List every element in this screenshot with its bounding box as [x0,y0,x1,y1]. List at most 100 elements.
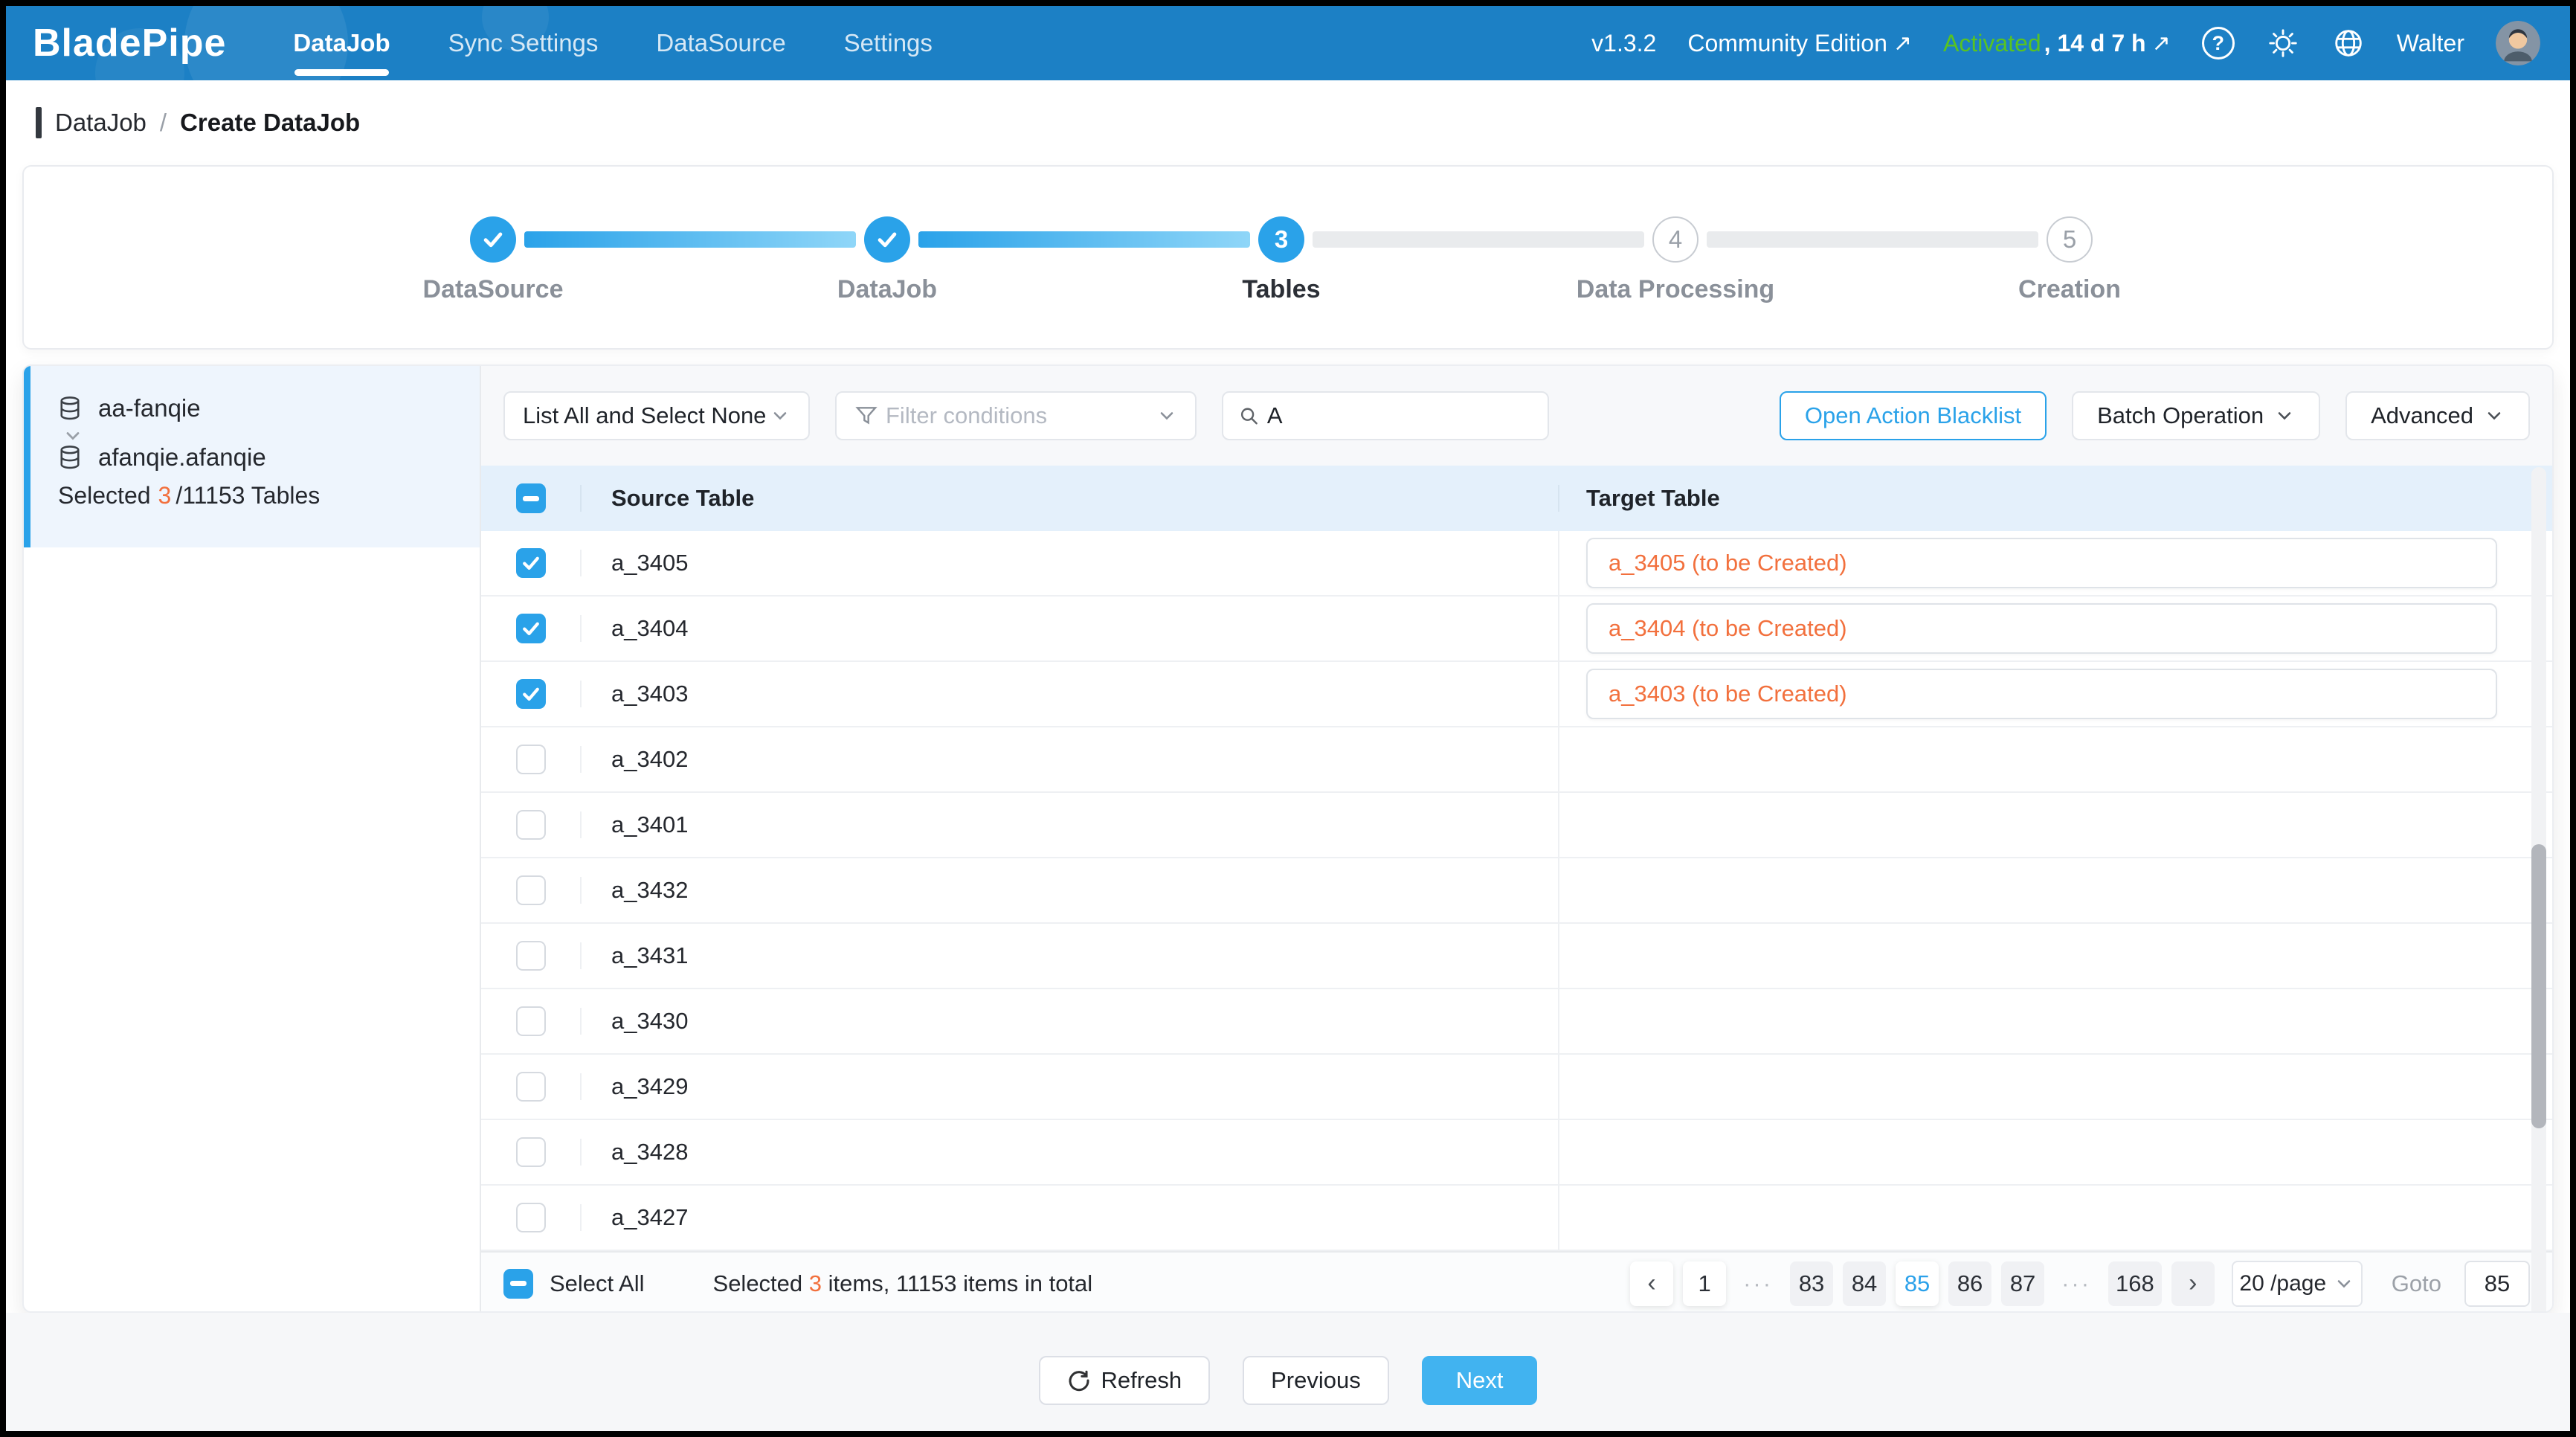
step-connector [524,231,856,248]
source-table-name: a_3403 [580,681,1558,707]
target-table-input[interactable]: a_3404 (to be Created) [1586,603,2497,654]
theme-icon[interactable] [2266,26,2300,60]
filter-placeholder: Filter conditions [886,402,1047,429]
selected-count: 3 [158,482,172,509]
batch-operation-label: Batch Operation [2097,402,2264,429]
list-mode-select[interactable]: List All and Select None [503,391,810,440]
table-row: a_3401 [481,793,2552,858]
target-table-input[interactable]: a_3405 (to be Created) [1586,538,2497,588]
table-footer: Select All Selected 3 items, 11153 items… [481,1251,2552,1313]
pagination: ‹1···8384858687···168› 20 /page Goto [1630,1261,2530,1307]
table-row: a_3428 [481,1120,2552,1186]
step-label-datasource: DataSource [296,275,690,304]
advanced-label: Advanced [2371,402,2473,429]
schema-node[interactable]: afanqie.afanqie [57,443,266,472]
license-status[interactable]: Activated , 14 d 7 h ↗ [1943,30,2171,57]
table-row: a_3404 a_3404 (to be Created) [481,597,2552,662]
target-table-input[interactable]: a_3403 (to be Created) [1586,669,2497,719]
chevron-down-icon [2274,405,2295,426]
source-table-column-header: Source Table [580,485,1558,512]
table-row: a_3405a_3405 (to be Created) [481,531,2552,597]
nav-tab-settings[interactable]: Settings [844,6,933,80]
row-checkbox[interactable] [516,1203,546,1232]
row-checkbox[interactable] [516,1006,546,1036]
select-all-label[interactable]: Select All [550,1270,645,1297]
table-scrollbar-thumb[interactable] [2531,844,2546,1128]
page-size-select[interactable]: 20 /page [2232,1261,2363,1307]
help-icon[interactable]: ? [2202,27,2235,60]
user-avatar[interactable] [2496,21,2540,65]
step-label-datajob: DataJob [690,275,1084,304]
table-header: Source Table Target Table [481,466,2552,531]
chevron-down-icon [770,405,790,426]
search-input[interactable] [1267,402,1533,429]
selected-tables-summary: Selected3/11153 Tables [58,482,320,509]
row-checkbox[interactable] [516,679,546,709]
pagination-next-button[interactable]: › [2171,1261,2215,1306]
row-checkbox[interactable] [516,1137,546,1167]
edition-link[interactable]: Community Edition ↗ [1687,30,1912,57]
table-selection-card: aa-fanqie afanqie.afanqie Selected3/1115… [22,364,2554,1313]
app-logo: BladePipe [33,21,226,65]
datasource-panel: aa-fanqie afanqie.afanqie Selected3/1115… [24,366,480,547]
pagination-ellipsis: ··· [1736,1261,1780,1306]
pagination-page-87[interactable]: 87 [2001,1261,2044,1306]
language-globe-icon[interactable] [2331,26,2366,60]
chevron-down-icon [1156,405,1177,426]
schema-name: afanqie.afanqie [98,443,266,472]
step-label-data-processing: Data Processing [1478,275,1873,304]
pagination-prev-button[interactable]: ‹ [1630,1261,1673,1306]
source-table-name: a_3404 [580,615,1558,642]
row-checkbox[interactable] [516,875,546,905]
selection-summary: Selected 3 items, 11153 items in total [713,1270,1093,1297]
step-circle-datasource [470,216,516,263]
pagination-page-84[interactable]: 84 [1843,1261,1886,1306]
nav-tab-datasource[interactable]: DataSource [656,6,785,80]
database-icon [57,395,83,422]
row-checkbox[interactable] [516,941,546,971]
version-label: v1.3.2 [1591,30,1656,57]
goto-label: Goto [2392,1270,2441,1297]
breadcrumb-parent[interactable]: DataJob [55,109,146,137]
source-table-name: a_3430 [580,1008,1558,1035]
pagination-page-1[interactable]: 1 [1683,1261,1726,1306]
row-checkbox[interactable] [516,745,546,774]
previous-button[interactable]: Previous [1243,1356,1389,1405]
page-title: Create DataJob [180,109,360,137]
row-checkbox[interactable] [516,614,546,643]
table-row: a_3429 [481,1055,2552,1120]
target-table-cell [1558,858,2552,922]
nav-tabs: DataJob Sync Settings DataSource Settings [293,6,933,80]
row-checkbox[interactable] [516,548,546,578]
step-circle-tables: 3 [1258,216,1304,263]
step-circle-datajob [864,216,910,263]
pagination-page-86[interactable]: 86 [1948,1261,1991,1306]
pagination-page-83[interactable]: 83 [1790,1261,1833,1306]
row-checkbox[interactable] [516,1072,546,1102]
batch-operation-button[interactable]: Batch Operation [2072,391,2320,440]
stepper: DataSourceDataJob 3 Tables 4 Data Processing… [22,165,2554,350]
goto-page-input[interactable] [2464,1261,2530,1307]
source-table-name: a_3431 [580,942,1558,969]
pagination-page-85[interactable]: 85 [1896,1261,1939,1306]
next-button[interactable]: Next [1422,1356,1538,1405]
user-name[interactable]: Walter [2397,30,2464,57]
datasource-node[interactable]: aa-fanqie [57,394,201,422]
table-panel: List All and Select None Filter conditio… [481,366,2552,1311]
nav-tab-datajob[interactable]: DataJob [293,6,390,80]
step-circle-data-processing: 4 [1652,216,1698,263]
open-action-blacklist-button[interactable]: Open Action Blacklist [1780,391,2047,440]
step-label-tables: Tables [1084,275,1478,304]
header-select-checkbox[interactable] [516,483,546,513]
nav-tab-sync-settings[interactable]: Sync Settings [448,6,599,80]
pagination-page-168[interactable]: 168 [2108,1261,2162,1306]
advanced-button[interactable]: Advanced [2345,391,2530,440]
refresh-button[interactable]: Refresh [1039,1356,1211,1405]
edition-label: Community Edition [1687,30,1887,57]
select-all-checkbox[interactable] [503,1269,533,1299]
table-search-box [1222,391,1549,440]
filter-conditions-select[interactable]: Filter conditions [835,391,1197,440]
breadcrumb-separator: / [160,109,167,137]
target-table-cell [1558,1120,2552,1184]
row-checkbox[interactable] [516,810,546,840]
